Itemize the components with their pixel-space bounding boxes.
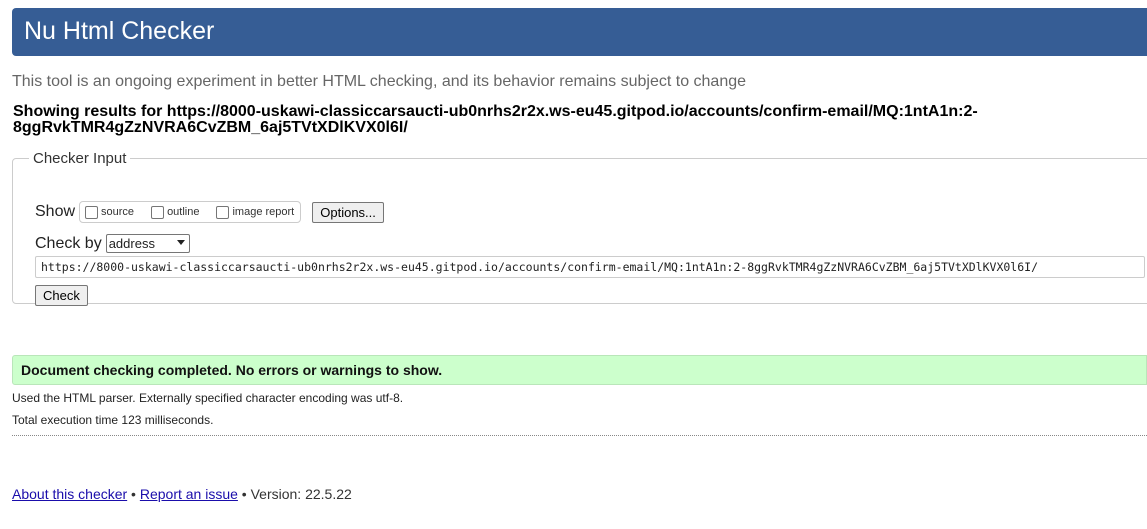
show-label: Show — [35, 203, 76, 220]
timing-info: Total execution time 123 milliseconds. — [12, 413, 214, 427]
about-checker-link[interactable]: About this checker — [12, 486, 127, 502]
report-issue-link[interactable]: Report an issue — [140, 486, 238, 502]
footer: About this checker • Report an issue • V… — [12, 486, 352, 502]
options-button[interactable]: Options... — [312, 201, 384, 223]
source-option-label: source — [101, 206, 135, 218]
results-heading: Showing results for https://8000-uskawi-… — [13, 103, 978, 136]
check-by-row: Check by address — [35, 234, 190, 253]
chevron-down-icon — [176, 240, 185, 245]
footer-separator: • — [127, 486, 140, 502]
show-options-row: Show source outline image report Options… — [35, 201, 384, 223]
image-report-option[interactable]: image report — [213, 205, 295, 219]
outline-option[interactable]: outline — [148, 205, 200, 219]
image-report-checkbox[interactable] — [216, 205, 230, 219]
version-text: • Version: 22.5.22 — [237, 486, 352, 502]
parser-info: Used the HTML parser. Externally specifi… — [12, 391, 404, 405]
check-button[interactable]: Check — [35, 285, 88, 306]
check-by-selected-value: address — [108, 236, 155, 251]
outline-option-label: outline — [167, 206, 200, 218]
show-options-group: source outline image report — [79, 201, 302, 223]
page-title: Nu Html Checker — [24, 17, 215, 45]
divider — [12, 435, 1147, 436]
source-option[interactable]: source — [82, 205, 135, 219]
app-header: Nu Html Checker — [12, 8, 1147, 56]
url-input[interactable]: https://8000-uskawi-classiccarsaucti-ub0… — [35, 256, 1145, 278]
intro-text: This tool is an ongoing experiment in be… — [12, 73, 747, 90]
check-by-label: Check by — [35, 234, 102, 252]
success-message: Document checking completed. No errors o… — [12, 355, 1147, 385]
check-by-select[interactable]: address — [105, 234, 190, 253]
image-report-option-label: image report — [232, 206, 295, 218]
source-checkbox[interactable] — [85, 205, 99, 219]
checker-input-legend: Checker Input — [33, 150, 127, 167]
outline-checkbox[interactable] — [151, 205, 165, 219]
checker-input-fieldset: Checker Input Show source outline image … — [12, 150, 1147, 306]
